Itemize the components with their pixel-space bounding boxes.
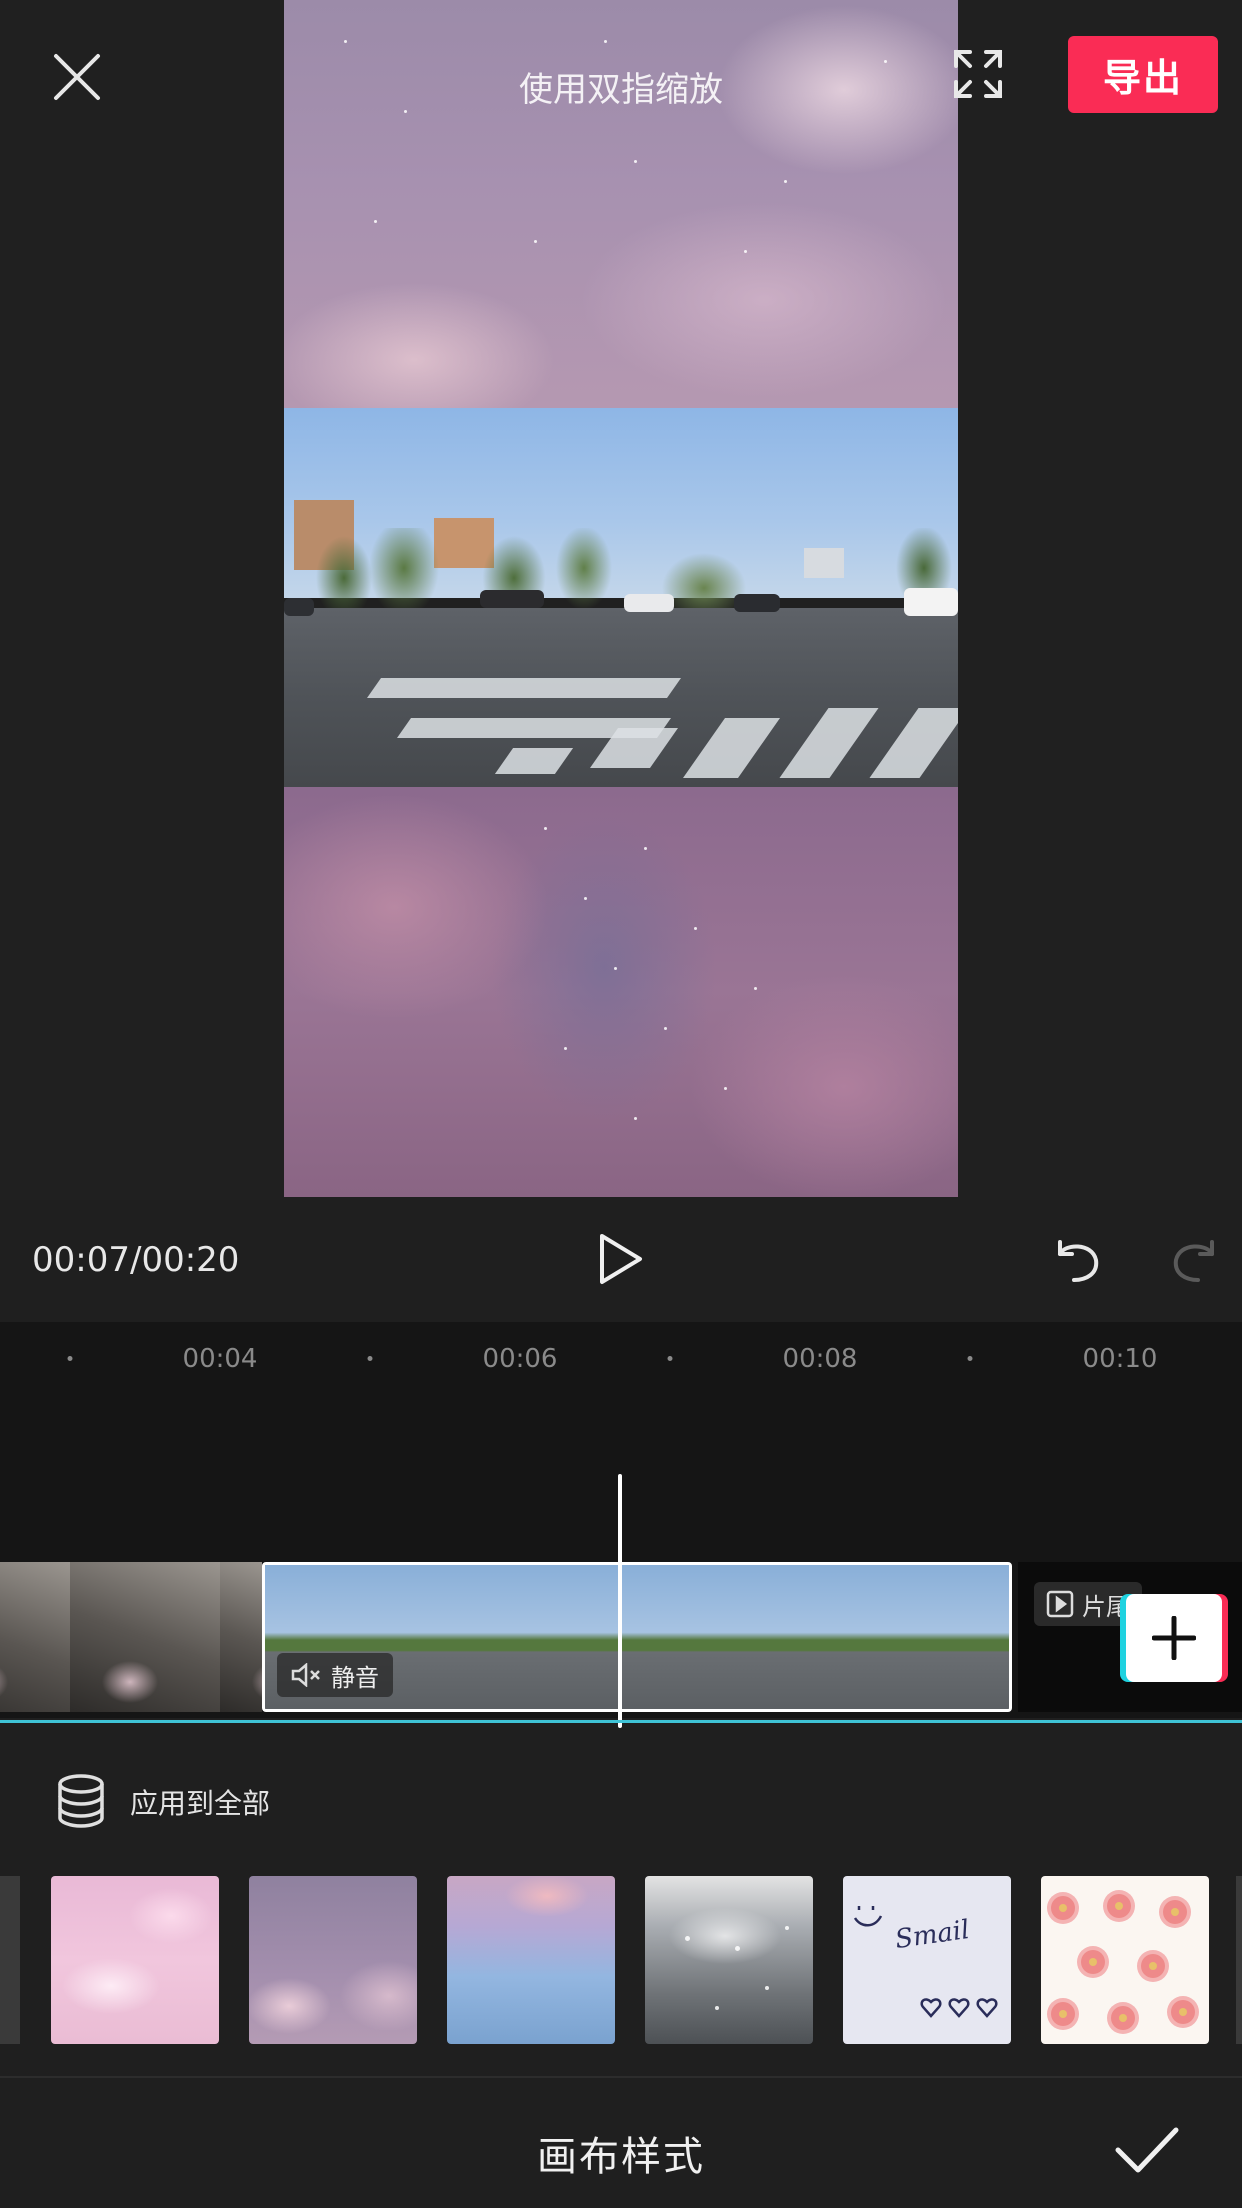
selected-clip[interactable]: 静音 xyxy=(262,1562,1012,1712)
close-icon xyxy=(54,54,100,100)
ruler-label: 00:10 xyxy=(1082,1344,1158,1374)
apply-to-all-button[interactable]: 应用到全部 xyxy=(56,1772,270,1832)
pinch-zoom-hint: 使用双指缩放 xyxy=(519,70,723,110)
timeline-divider xyxy=(0,1720,1242,1723)
swatch-partial-left[interactable] xyxy=(0,1876,20,2044)
ending-clip-icon xyxy=(1046,1590,1074,1618)
ending-clip-label: 片尾 xyxy=(1082,1592,1130,1621)
smiley-icon xyxy=(853,1906,883,1927)
close-button[interactable] xyxy=(52,52,102,102)
canvas-style-list[interactable]: Smail xyxy=(0,1876,1242,2046)
layers-icon xyxy=(58,1774,104,1828)
swatch-partial-right[interactable] xyxy=(1236,1876,1242,2044)
swatch-smile-doodle[interactable]: Smail xyxy=(843,1876,1011,2044)
ruler-dot xyxy=(367,1356,373,1361)
video-preview-area: 使用双指缩放 导出 xyxy=(0,0,1242,1200)
swatch-sunset-ocean[interactable] xyxy=(447,1876,615,2044)
moon-graphic xyxy=(325,1890,354,1925)
canvas-background-bottom xyxy=(284,787,958,1197)
plus-icon xyxy=(1152,1616,1196,1660)
mute-toggle[interactable]: 静音 xyxy=(277,1653,393,1697)
playhead[interactable] xyxy=(618,1474,622,1728)
ruler-label: 00:06 xyxy=(482,1344,558,1374)
swatch-purple-moon-sky[interactable] xyxy=(249,1876,417,2044)
swatch-sparkling-water[interactable] xyxy=(645,1876,813,2044)
mute-label: 静音 xyxy=(331,1663,379,1692)
smile-doodle-text: Smail xyxy=(893,1914,972,1956)
confirm-button[interactable] xyxy=(1114,2124,1180,2178)
swatch-pink-flowers[interactable] xyxy=(1041,1876,1209,2044)
export-button[interactable]: 导出 xyxy=(1068,36,1218,113)
add-clip-button[interactable] xyxy=(1126,1594,1222,1682)
apply-to-all-label: 应用到全部 xyxy=(130,1787,271,1820)
fullscreen-icon xyxy=(954,50,1002,98)
undo-button[interactable] xyxy=(1052,1234,1102,1284)
play-button[interactable] xyxy=(596,1232,646,1286)
ruler-dot xyxy=(67,1356,73,1361)
panel-title: 画布样式 xyxy=(537,2134,705,2180)
street-video-clip xyxy=(284,408,958,787)
ruler-dot xyxy=(967,1356,973,1361)
video-preview[interactable] xyxy=(284,0,958,1197)
check-icon xyxy=(1115,2127,1179,2173)
swatch-pink-clouds[interactable] xyxy=(51,1876,219,2044)
play-icon xyxy=(600,1234,642,1284)
ruler-label: 00:08 xyxy=(782,1344,858,1374)
ruler-label: 00:04 xyxy=(182,1344,258,1374)
previous-clip[interactable] xyxy=(0,1562,262,1712)
redo-icon xyxy=(1173,1240,1214,1282)
ruler-dot xyxy=(667,1356,673,1361)
undo-icon xyxy=(1058,1240,1099,1282)
hearts-icon xyxy=(920,1998,998,2018)
panel-divider xyxy=(0,2076,1242,2078)
fullscreen-button[interactable] xyxy=(952,48,1004,100)
mute-icon xyxy=(291,1663,320,1687)
redo-button[interactable] xyxy=(1170,1234,1220,1284)
time-display: 00:07/00:20 xyxy=(32,1240,240,1280)
